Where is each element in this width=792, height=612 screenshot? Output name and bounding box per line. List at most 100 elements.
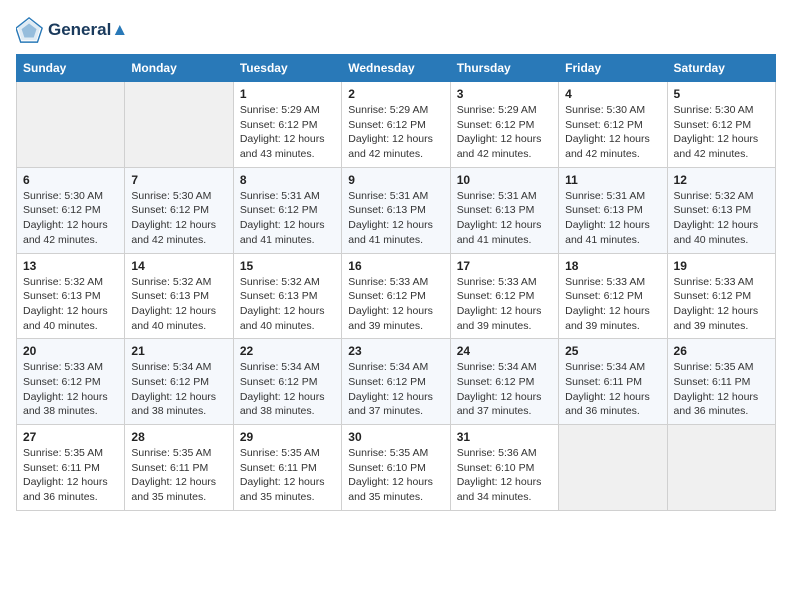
calendar-cell <box>17 82 125 168</box>
calendar-cell: 31 Sunrise: 5:36 AMSunset: 6:10 PMDayligh… <box>450 425 558 511</box>
calendar-cell: 13 Sunrise: 5:32 AMSunset: 6:13 PMDayligh… <box>17 253 125 339</box>
day-info: Sunrise: 5:31 AMSunset: 6:13 PMDaylight:… <box>457 189 552 248</box>
column-header-thursday: Thursday <box>450 55 558 82</box>
calendar-cell: 22 Sunrise: 5:34 AMSunset: 6:12 PMDayligh… <box>233 339 341 425</box>
day-info: Sunrise: 5:30 AMSunset: 6:12 PMDaylight:… <box>131 189 226 248</box>
day-info: Sunrise: 5:33 AMSunset: 6:12 PMDaylight:… <box>674 275 769 334</box>
day-number: 9 <box>348 173 443 187</box>
day-info: Sunrise: 5:35 AMSunset: 6:11 PMDaylight:… <box>131 446 226 505</box>
day-info: Sunrise: 5:31 AMSunset: 6:13 PMDaylight:… <box>565 189 660 248</box>
calendar-cell <box>125 82 233 168</box>
day-info: Sunrise: 5:35 AMSunset: 6:11 PMDaylight:… <box>23 446 118 505</box>
calendar-week-4: 20 Sunrise: 5:33 AMSunset: 6:12 PMDayligh… <box>17 339 776 425</box>
calendar-cell: 25Sunrise: 5:34 AMSunset: 6:11 PMDayligh… <box>559 339 667 425</box>
calendar-cell: 20 Sunrise: 5:33 AMSunset: 6:12 PMDayligh… <box>17 339 125 425</box>
day-info: Sunrise: 5:33 AMSunset: 6:12 PMDaylight:… <box>348 275 443 334</box>
calendar-cell: 9 Sunrise: 5:31 AMSunset: 6:13 PMDaylight… <box>342 167 450 253</box>
logo-icon <box>16 16 44 44</box>
day-info: Sunrise: 5:34 AMSunset: 6:12 PMDaylight:… <box>240 360 335 419</box>
day-info: Sunrise: 5:33 AMSunset: 6:12 PMDaylight:… <box>565 275 660 334</box>
page-header: General▲ <box>16 16 776 44</box>
day-info: Sunrise: 5:31 AMSunset: 6:13 PMDaylight:… <box>348 189 443 248</box>
calendar-cell: 5 Sunrise: 5:30 AMSunset: 6:12 PMDaylight… <box>667 82 775 168</box>
day-number: 13 <box>23 259 118 273</box>
calendar-cell: 4 Sunrise: 5:30 AMSunset: 6:12 PMDaylight… <box>559 82 667 168</box>
day-info: Sunrise: 5:35 AMSunset: 6:11 PMDaylight:… <box>674 360 769 419</box>
day-number: 20 <box>23 344 118 358</box>
day-number: 25 <box>565 344 660 358</box>
day-number: 5 <box>674 87 769 101</box>
day-number: 31 <box>457 430 552 444</box>
calendar-cell: 1 Sunrise: 5:29 AMSunset: 6:12 PMDaylight… <box>233 82 341 168</box>
calendar-week-5: 27 Sunrise: 5:35 AMSunset: 6:11 PMDayligh… <box>17 425 776 511</box>
calendar-cell: 3 Sunrise: 5:29 AMSunset: 6:12 PMDaylight… <box>450 82 558 168</box>
calendar-cell <box>559 425 667 511</box>
column-header-monday: Monday <box>125 55 233 82</box>
day-info: Sunrise: 5:34 AMSunset: 6:12 PMDaylight:… <box>457 360 552 419</box>
column-header-saturday: Saturday <box>667 55 775 82</box>
calendar-cell: 6 Sunrise: 5:30 AMSunset: 6:12 PMDaylight… <box>17 167 125 253</box>
day-number: 4 <box>565 87 660 101</box>
calendar-cell: 19 Sunrise: 5:33 AMSunset: 6:12 PMDayligh… <box>667 253 775 339</box>
day-number: 30 <box>348 430 443 444</box>
day-info: Sunrise: 5:30 AMSunset: 6:12 PMDaylight:… <box>565 103 660 162</box>
column-header-sunday: Sunday <box>17 55 125 82</box>
calendar-cell: 24 Sunrise: 5:34 AMSunset: 6:12 PMDayligh… <box>450 339 558 425</box>
calendar-week-3: 13 Sunrise: 5:32 AMSunset: 6:13 PMDayligh… <box>17 253 776 339</box>
calendar-cell: 2 Sunrise: 5:29 AMSunset: 6:12 PMDaylight… <box>342 82 450 168</box>
day-number: 2 <box>348 87 443 101</box>
day-info: Sunrise: 5:35 AMSunset: 6:10 PMDaylight:… <box>348 446 443 505</box>
day-info: Sunrise: 5:29 AMSunset: 6:12 PMDaylight:… <box>240 103 335 162</box>
day-info: Sunrise: 5:32 AMSunset: 6:13 PMDaylight:… <box>131 275 226 334</box>
calendar-table: SundayMondayTuesdayWednesdayThursdayFrid… <box>16 54 776 511</box>
calendar-cell: 28 Sunrise: 5:35 AMSunset: 6:11 PMDayligh… <box>125 425 233 511</box>
logo-text: General▲ <box>48 21 128 40</box>
day-number: 1 <box>240 87 335 101</box>
day-number: 26 <box>674 344 769 358</box>
calendar-cell: 11 Sunrise: 5:31 AMSunset: 6:13 PMDayligh… <box>559 167 667 253</box>
calendar-week-2: 6 Sunrise: 5:30 AMSunset: 6:12 PMDaylight… <box>17 167 776 253</box>
day-info: Sunrise: 5:33 AMSunset: 6:12 PMDaylight:… <box>23 360 118 419</box>
day-number: 18 <box>565 259 660 273</box>
day-number: 29 <box>240 430 335 444</box>
calendar-cell: 8Sunrise: 5:31 AMSunset: 6:12 PMDaylight… <box>233 167 341 253</box>
day-info: Sunrise: 5:30 AMSunset: 6:12 PMDaylight:… <box>23 189 118 248</box>
calendar-cell: 7Sunrise: 5:30 AMSunset: 6:12 PMDaylight… <box>125 167 233 253</box>
day-info: Sunrise: 5:34 AMSunset: 6:12 PMDaylight:… <box>348 360 443 419</box>
day-info: Sunrise: 5:35 AMSunset: 6:11 PMDaylight:… <box>240 446 335 505</box>
day-info: Sunrise: 5:31 AMSunset: 6:12 PMDaylight:… <box>240 189 335 248</box>
day-number: 19 <box>674 259 769 273</box>
calendar-week-1: 1 Sunrise: 5:29 AMSunset: 6:12 PMDaylight… <box>17 82 776 168</box>
calendar-cell: 15Sunrise: 5:32 AMSunset: 6:13 PMDayligh… <box>233 253 341 339</box>
calendar-cell: 21Sunrise: 5:34 AMSunset: 6:12 PMDayligh… <box>125 339 233 425</box>
calendar-cell: 10 Sunrise: 5:31 AMSunset: 6:13 PMDayligh… <box>450 167 558 253</box>
calendar-cell: 14 Sunrise: 5:32 AMSunset: 6:13 PMDayligh… <box>125 253 233 339</box>
calendar-cell: 30 Sunrise: 5:35 AMSunset: 6:10 PMDayligh… <box>342 425 450 511</box>
day-number: 17 <box>457 259 552 273</box>
column-header-friday: Friday <box>559 55 667 82</box>
day-number: 6 <box>23 173 118 187</box>
day-number: 24 <box>457 344 552 358</box>
day-info: Sunrise: 5:30 AMSunset: 6:12 PMDaylight:… <box>674 103 769 162</box>
calendar-cell <box>667 425 775 511</box>
day-info: Sunrise: 5:29 AMSunset: 6:12 PMDaylight:… <box>457 103 552 162</box>
day-number: 11 <box>565 173 660 187</box>
day-info: Sunrise: 5:36 AMSunset: 6:10 PMDaylight:… <box>457 446 552 505</box>
day-number: 28 <box>131 430 226 444</box>
day-number: 15 <box>240 259 335 273</box>
day-number: 22 <box>240 344 335 358</box>
day-number: 16 <box>348 259 443 273</box>
logo: General▲ <box>16 16 128 44</box>
day-number: 3 <box>457 87 552 101</box>
day-number: 23 <box>348 344 443 358</box>
calendar-cell: 29 Sunrise: 5:35 AMSunset: 6:11 PMDayligh… <box>233 425 341 511</box>
day-number: 12 <box>674 173 769 187</box>
day-number: 10 <box>457 173 552 187</box>
day-info: Sunrise: 5:29 AMSunset: 6:12 PMDaylight:… <box>348 103 443 162</box>
calendar-cell: 23 Sunrise: 5:34 AMSunset: 6:12 PMDayligh… <box>342 339 450 425</box>
day-info: Sunrise: 5:32 AMSunset: 6:13 PMDaylight:… <box>674 189 769 248</box>
day-number: 14 <box>131 259 226 273</box>
column-header-tuesday: Tuesday <box>233 55 341 82</box>
day-info: Sunrise: 5:32 AMSunset: 6:13 PMDaylight:… <box>23 275 118 334</box>
day-number: 27 <box>23 430 118 444</box>
